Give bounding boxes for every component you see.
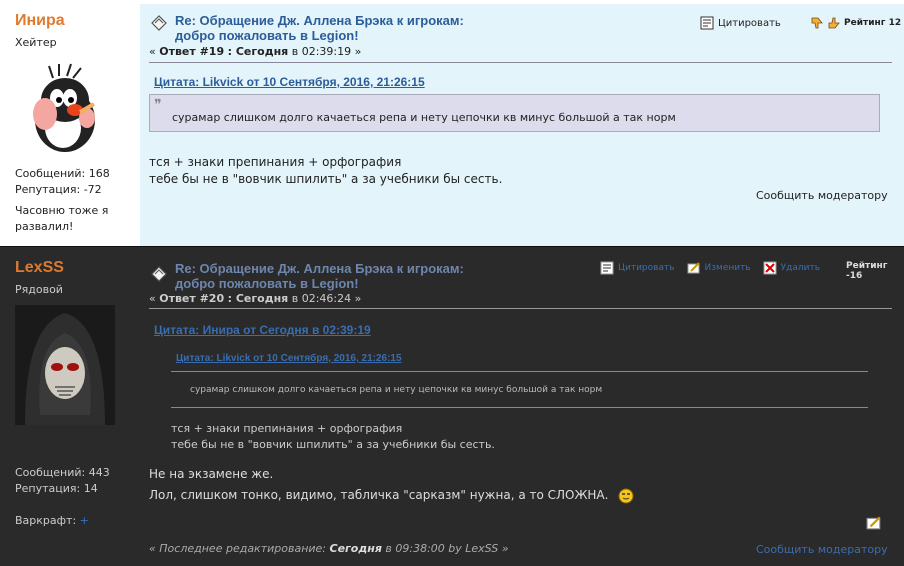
post-main: Re: Обращение Дж. Аллена Брэка к игрокам…	[140, 247, 904, 566]
edit-button[interactable]: Изменить	[687, 261, 751, 275]
thumbs-up-icon[interactable]	[827, 16, 841, 30]
report-moderator-link[interactable]: Сообщить модератору	[756, 543, 888, 556]
quote-header[interactable]: Цитата: Likvick от 10 Сентября, 2016, 21…	[154, 75, 425, 89]
quote-mark-icon: ❞	[154, 97, 162, 113]
post-toolbar: Цитировать Изменить Удалить	[600, 261, 832, 275]
messages-count: Сообщений: 443	[15, 466, 110, 479]
post-icon	[151, 266, 167, 282]
thumbs-down-icon[interactable]	[810, 16, 824, 30]
post-reply-20: LexSS Рядовой Сообщений: 443 Репутация: …	[0, 246, 904, 566]
post-body: тся + знаки препинания + орфография тебе…	[149, 155, 503, 186]
author-stats: Сообщений: 443 Репутация: 14	[15, 465, 110, 497]
signature-plus[interactable]: +	[80, 514, 89, 527]
messages-count: Сообщений: 168	[15, 167, 110, 180]
author-signature: Варкрафт: +	[15, 514, 89, 527]
quote-icon	[700, 16, 714, 30]
quote-button[interactable]: Цитировать	[700, 16, 781, 30]
post-time: в 02:46:24	[291, 292, 352, 305]
rating-box: Рейтинг 12	[810, 16, 901, 30]
mole-avatar	[33, 63, 95, 152]
last-edited-note: « Последнее редактирование: Сегодня в 09…	[149, 542, 509, 555]
post-meta: « Ответ #19 : Сегодня в 02:39:19 »	[149, 45, 362, 58]
rating-value: Рейтинг -16	[846, 261, 888, 281]
nested-quote-bottom-line	[171, 407, 868, 408]
quote-icon	[600, 261, 614, 275]
post-title[interactable]: Re: Обращение Дж. Аллена Брэка к игрокам…	[175, 13, 535, 43]
post-body: Не на экзамене же. Лол, слишком тонко, в…	[149, 464, 634, 506]
quote-text: сурамар слишком долго качаеться репа и н…	[172, 111, 676, 124]
quoted-reply-text: тся + знаки препинания + орфография тебе…	[171, 422, 495, 451]
author-name[interactable]: Инира	[15, 12, 140, 30]
rating-box: Рейтинг -16	[846, 261, 904, 281]
quote-header[interactable]: Цитата: Инира от Сегодня в 02:39:19	[154, 323, 371, 337]
title-divider	[149, 308, 892, 309]
rating-value: Рейтинг 12	[844, 18, 902, 28]
post-reply-19: Инира Хейтер Сообщений: 168 Репутация: -…	[0, 0, 904, 246]
post-meta: « Ответ #20 : Сегодня в 02:46:24 »	[149, 292, 362, 305]
post-time: в 02:39:19	[291, 45, 352, 58]
author-name[interactable]: LexSS	[15, 259, 140, 277]
post-date: Сегодня	[235, 45, 289, 58]
author-rank: Рядовой	[15, 283, 63, 296]
post-toolbar: Цитировать	[700, 16, 793, 30]
smiley-icon	[618, 488, 634, 503]
delete-button[interactable]: Удалить	[763, 261, 820, 275]
title-divider	[149, 62, 892, 63]
author-stats: Сообщений: 168 Репутация: -72	[15, 166, 110, 198]
reply-number[interactable]: Ответ #19	[159, 45, 224, 58]
author-rank: Хейтер	[15, 36, 57, 49]
skull-avatar	[15, 305, 115, 425]
quote-box: ❞ сурамар слишком долго качаеться репа и…	[149, 94, 880, 132]
post-main: Re: Обращение Дж. Аллена Брэка к игрокам…	[140, 4, 904, 246]
nested-quote-header[interactable]: Цитата: Likvick от 10 Сентября, 2016, 21…	[176, 353, 402, 364]
author-signature: Часовню тоже я развалил!	[15, 204, 109, 233]
delete-icon	[763, 261, 777, 275]
reputation: Репутация: 14	[15, 482, 98, 495]
reply-number[interactable]: Ответ #20	[159, 292, 224, 305]
quote-button[interactable]: Цитировать	[600, 261, 675, 275]
post-icon	[151, 15, 167, 31]
edit-icon	[687, 262, 700, 274]
nested-quote-text: сурамар слишком долго качаеться репа и н…	[190, 385, 603, 395]
report-moderator-link[interactable]: Сообщить модератору	[756, 189, 888, 202]
post-date: Сегодня	[235, 292, 289, 305]
nested-quote-top-line	[171, 371, 868, 372]
edit-icon[interactable]	[866, 515, 882, 531]
reputation: Репутация: -72	[15, 183, 102, 196]
post-title[interactable]: Re: Обращение Дж. Аллена Брэка к игрокам…	[175, 261, 535, 291]
